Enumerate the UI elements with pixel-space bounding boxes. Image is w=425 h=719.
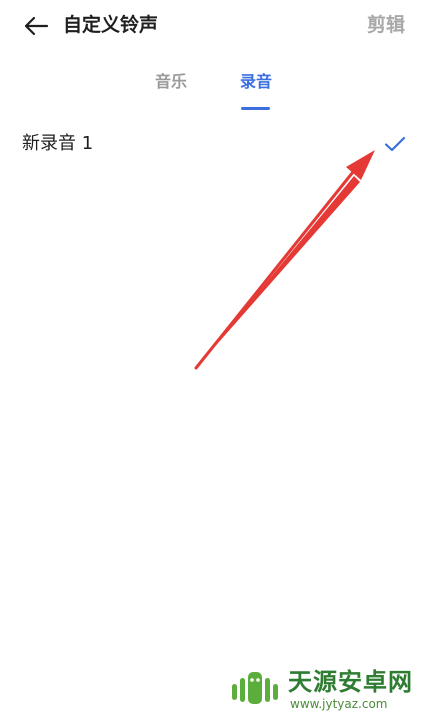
- page-title: 自定义铃声: [63, 14, 159, 36]
- watermark-url: www.jytyaz.com: [290, 697, 388, 711]
- top-app-bar: 自定义铃声 剪辑: [0, 0, 425, 52]
- check-icon: [384, 136, 406, 152]
- recording-name: 新录音 1: [22, 133, 94, 154]
- tab-bar: 音乐 录音: [0, 66, 425, 112]
- site-watermark: 天源安卓网 www.jytyaz.com: [228, 664, 418, 714]
- back-button[interactable]: [20, 10, 52, 42]
- custom-ringtone-screen: 自定义铃声 剪辑 音乐 录音 新录音 1 天源安卓网 www.jytyaz.co…: [0, 0, 425, 719]
- android-logo-icon: [232, 672, 278, 704]
- tab-recording[interactable]: 录音: [240, 70, 272, 94]
- arrow-left-icon: [24, 16, 49, 36]
- list-item[interactable]: 新录音 1: [0, 122, 425, 166]
- recording-list: 新录音 1: [0, 122, 425, 166]
- edit-button[interactable]: 剪辑: [367, 11, 405, 39]
- tab-music[interactable]: 音乐: [155, 70, 187, 94]
- red-arrow-icon: [194, 150, 375, 370]
- watermark-name: 天源安卓网: [288, 668, 413, 696]
- tab-selected-indicator: [241, 107, 270, 110]
